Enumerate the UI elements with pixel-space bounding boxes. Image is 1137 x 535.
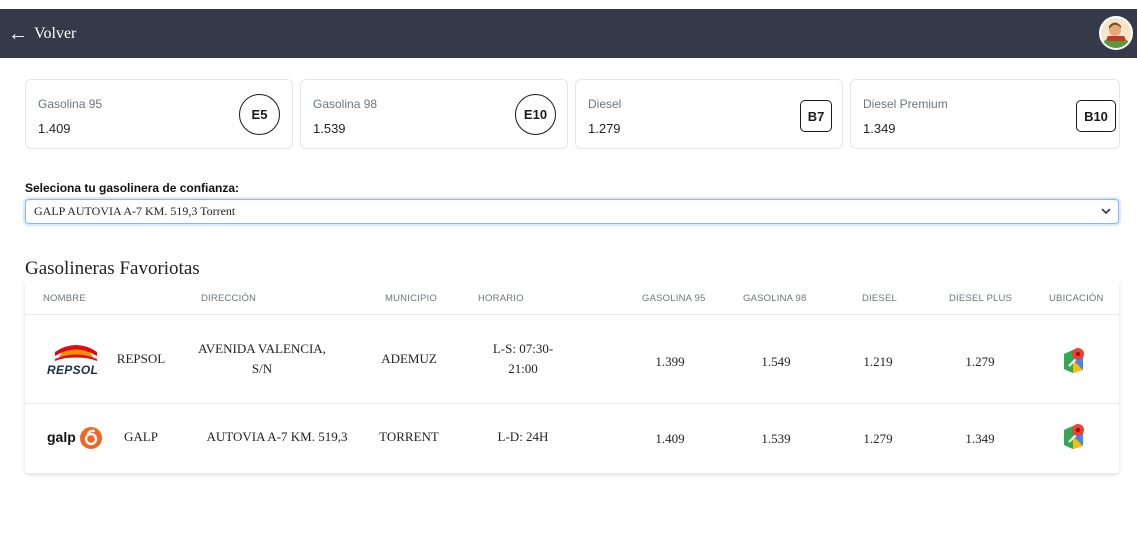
column-header-gasolina-95: GASOLINA 95: [642, 293, 706, 304]
station-municipality: ADEMUZ: [381, 351, 437, 366]
column-header-direccion: DIRECCIÓN: [201, 293, 257, 304]
column-header-diesel-plus: DIESEL PLUS: [949, 293, 1013, 304]
fuel-card-diesel: Diesel 1.279 B7: [575, 79, 843, 149]
fuel-badge-b10: B10: [1076, 100, 1116, 132]
fuel-card-gasolina-95: Gasolina 95 1.409 E5: [25, 79, 293, 149]
station-name: GALP: [124, 429, 158, 444]
fuel-badge-e5: E5: [239, 94, 280, 135]
fuel-badge-e10: E10: [515, 94, 556, 135]
fuel-price: 1.409: [38, 121, 71, 136]
price-diesel-plus: 1.349: [965, 431, 995, 446]
station-select[interactable]: GALP AUTOVIA A-7 KM. 519,3 Torrent: [25, 199, 1119, 224]
station-address: AUTOVIA A-7 KM. 519,3: [206, 429, 348, 444]
column-header-gasolina-98: GASOLINA 98: [743, 293, 807, 304]
table-header: NOMBRE DIRECCIÓN MUNICIPIO HORARIO GASOL…: [25, 281, 1119, 315]
station-select-label: Seleciona tu gasolinera de confianza:: [25, 181, 240, 195]
fuel-price: 1.279: [588, 121, 621, 136]
table-row: galp GALP AUTOVIA A-7 KM. 519,3 TORRENT …: [25, 404, 1119, 473]
price-gasolina-98: 1.539: [761, 431, 791, 446]
favorites-table: NOMBRE DIRECCIÓN MUNICIPIO HORARIO GASOL…: [25, 281, 1119, 473]
column-header-nombre: NOMBRE: [43, 293, 86, 304]
galp-emblem-icon: [80, 427, 102, 449]
fuel-price: 1.349: [863, 121, 896, 136]
column-header-ubicacion: UBICACIÓN: [1049, 293, 1104, 304]
fuel-price-cards: Gasolina 95 1.409 E5 Gasolina 98 1.539 E…: [25, 79, 1120, 149]
arrow-left-icon: ←: [8, 22, 28, 45]
column-header-municipio: MUNICIPIO: [385, 293, 437, 304]
station-municipality: TORRENT: [379, 429, 439, 444]
google-maps-icon[interactable]: [1059, 346, 1087, 374]
column-header-diesel: DIESEL: [862, 293, 897, 304]
repsol-logo: REPSOL: [47, 330, 105, 382]
table-row: REPSOL REPSOL AVENIDA VALENCIA, S/N ADEM…: [25, 315, 1119, 404]
fuel-name: Gasolina 98: [313, 97, 378, 111]
user-avatar[interactable]: [1099, 16, 1133, 50]
price-diesel: 1.219: [863, 354, 893, 369]
price-gasolina-98: 1.549: [761, 354, 791, 369]
galp-logo: galp: [47, 426, 103, 450]
galp-logo-text: galp: [47, 429, 76, 445]
fuel-card-gasolina-98: Gasolina 98 1.539 E10: [300, 79, 568, 149]
price-gasolina-95: 1.409: [655, 431, 685, 446]
google-maps-icon[interactable]: [1059, 422, 1087, 450]
station-select-value: GALP AUTOVIA A-7 KM. 519,3 Torrent: [34, 204, 236, 218]
favorites-title: Gasolineras Favoriotas: [25, 258, 200, 279]
station-schedule: L-D: 24H: [497, 429, 549, 444]
station-schedule: L-S: 07:30-21:00: [492, 341, 554, 376]
back-label: Volver: [34, 24, 77, 42]
repsol-logo-text: REPSOL: [47, 363, 99, 377]
fuel-name: Diesel Premium: [863, 97, 948, 111]
fuel-card-diesel-premium: Diesel Premium 1.349 B10: [850, 79, 1120, 149]
station-address: AVENIDA VALENCIA, S/N: [198, 341, 326, 376]
top-navbar: ← Volver: [0, 9, 1137, 58]
price-diesel: 1.279: [863, 431, 893, 446]
station-name: REPSOL: [116, 351, 166, 366]
column-header-horario: HORARIO: [478, 293, 524, 304]
price-diesel-plus: 1.279: [965, 354, 995, 369]
fuel-name: Diesel: [588, 97, 622, 111]
fuel-price: 1.539: [313, 121, 346, 136]
back-button[interactable]: ← Volver: [8, 24, 76, 44]
fuel-badge-b7: B7: [800, 100, 832, 132]
fuel-name: Gasolina 95: [38, 97, 103, 111]
chevron-down-icon: [1101, 208, 1111, 214]
price-gasolina-95: 1.399: [655, 354, 685, 369]
